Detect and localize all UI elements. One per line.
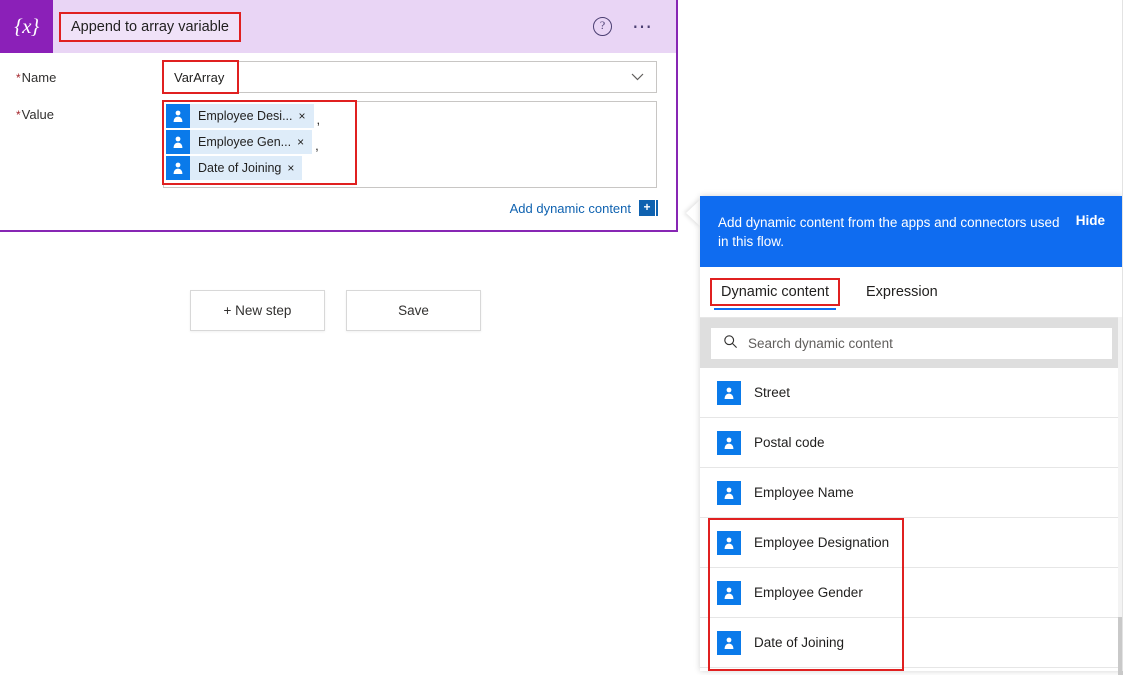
tab-expression-label: Expression (866, 284, 938, 300)
list-item[interactable]: Employee Designation (700, 518, 1123, 568)
add-dynamic-content-row[interactable]: Add dynamic content + (510, 200, 658, 216)
name-label-text: Name (21, 70, 57, 85)
person-icon (717, 580, 741, 605)
page-title: Append to array variable (71, 18, 229, 35)
close-icon[interactable]: × (287, 162, 302, 174)
required-asterisk: * (16, 108, 21, 122)
value-label: *Value (16, 107, 54, 122)
chip-separator: , (316, 112, 321, 127)
new-step-button-label: + New step (223, 303, 292, 318)
person-icon (166, 104, 190, 128)
collapse-left-caret-icon[interactable] (686, 199, 701, 227)
value-chips-highlight: Employee Desi... × , Employee Gen... × ,… (162, 100, 357, 185)
list-item[interactable]: Date of Joining (700, 618, 1123, 668)
person-icon (717, 630, 741, 655)
active-tab-underline (714, 307, 836, 310)
person-icon (717, 430, 741, 455)
search-input[interactable]: Search dynamic content (711, 328, 1112, 359)
list-item-label: Postal code (754, 435, 825, 450)
close-icon[interactable]: × (297, 136, 312, 148)
chip-separator: , (315, 138, 319, 153)
search-icon (723, 334, 738, 354)
dynamic-content-chip[interactable]: Employee Desi... × (166, 104, 314, 128)
close-icon[interactable]: × (298, 110, 313, 122)
card-title-highlight: Append to array variable (59, 11, 241, 42)
chip-label: Employee Desi... (198, 109, 293, 123)
list-item[interactable]: Postal code (700, 418, 1123, 468)
person-icon (166, 156, 190, 180)
list-item-label: Employee Gender (754, 585, 863, 600)
dynamic-content-list: Street Postal code Employee Name Employe… (700, 368, 1123, 671)
chip-label: Employee Gen... (198, 135, 292, 149)
append-to-array-variable-card: {x} Append to array variable ? ⋯ *Name V… (0, 0, 678, 232)
panel-banner: Add dynamic content from the apps and co… (700, 196, 1123, 267)
name-value-highlight[interactable]: VarArray (162, 60, 239, 94)
panel-banner-text: Add dynamic content from the apps and co… (718, 215, 1060, 249)
list-item-label: Street (754, 385, 791, 400)
chevron-down-icon[interactable] (631, 68, 644, 86)
list-item[interactable]: Employee Gender (700, 568, 1123, 618)
person-icon (717, 480, 741, 505)
chip-separator (302, 179, 305, 180)
chip-line: Date of Joining × (166, 156, 353, 180)
value-input[interactable]: Employee Desi... × , Employee Gen... × ,… (162, 100, 657, 188)
new-step-button[interactable]: + New step (190, 290, 325, 331)
list-item[interactable]: Employee Name (700, 468, 1123, 518)
name-field-row: *Name VarArray (0, 60, 676, 95)
name-value: VarArray (174, 69, 225, 85)
list-item-label: Date of Joining (754, 635, 845, 650)
variable-braces-icon: {x} (0, 0, 53, 53)
person-icon (717, 530, 741, 555)
card-header: {x} Append to array variable ? ⋯ (0, 0, 676, 53)
panel-tabs: Dynamic content Expression (700, 267, 1123, 318)
add-dynamic-content-link[interactable]: Add dynamic content (510, 201, 631, 216)
dynamic-content-chip[interactable]: Date of Joining × (166, 156, 303, 180)
list-item-label: Employee Designation (754, 535, 890, 550)
ellipsis-icon[interactable]: ⋯ (632, 17, 654, 37)
chip-line: Employee Desi... × , (166, 104, 353, 128)
list-item-label: Employee Name (754, 485, 854, 500)
name-dropdown[interactable]: VarArray (162, 60, 657, 94)
card-body: *Name VarArray *Value Employee Desi... ×… (0, 53, 676, 230)
hide-panel-link[interactable]: Hide (1076, 213, 1105, 228)
card-header-actions: ? ⋯ (593, 17, 676, 37)
search-placeholder: Search dynamic content (748, 336, 893, 351)
required-asterisk: * (16, 71, 21, 85)
help-circle-icon[interactable]: ? (593, 17, 612, 36)
dynamic-content-chip[interactable]: Employee Gen... × (166, 130, 313, 154)
tab-dynamic-content-label: Dynamic content (721, 284, 829, 300)
chip-label: Date of Joining (198, 161, 282, 175)
dynamic-content-panel: Add dynamic content from the apps and co… (700, 196, 1123, 675)
chip-line: Employee Gen... × , (166, 130, 353, 154)
list-item[interactable]: Street (700, 368, 1123, 418)
panel-search-area: Search dynamic content (700, 318, 1123, 368)
tab-expression[interactable]: Expression (866, 284, 938, 300)
person-icon (166, 130, 190, 154)
tab-dynamic-content[interactable]: Dynamic content (710, 278, 840, 310)
value-label-text: Value (21, 107, 54, 122)
name-label: *Name (16, 70, 56, 85)
person-icon (717, 380, 741, 405)
save-button[interactable]: Save (346, 290, 481, 331)
add-plus-badge-icon[interactable]: + (639, 200, 658, 216)
save-button-label: Save (398, 303, 429, 318)
